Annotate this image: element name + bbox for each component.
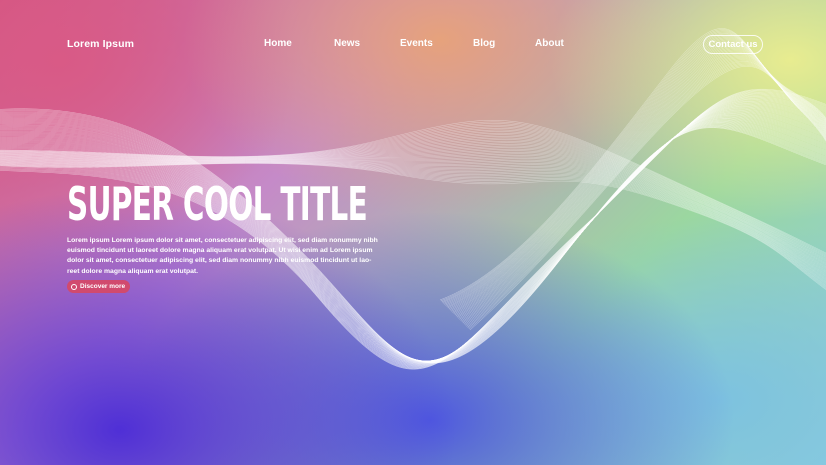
hero-title: SUPER COOL TITLE xyxy=(67,177,368,231)
hero-description: Lorem ipsum Lorem ipsum dolor sit amet, … xyxy=(67,237,378,275)
nav-events-link[interactable]: Events xyxy=(400,38,433,49)
wave-line xyxy=(0,103,826,364)
brand-logo[interactable]: Lorem Ipsum xyxy=(67,38,134,50)
top-navigation: Lorem Ipsum Home News Events Blog About … xyxy=(0,0,826,88)
nav-about-link[interactable]: About xyxy=(535,38,564,49)
contact-us-button[interactable]: Contact us xyxy=(703,35,763,54)
nav-news-link[interactable]: News xyxy=(334,38,360,49)
nav-home-link[interactable]: Home xyxy=(264,38,292,49)
discover-more-button[interactable]: Discover more xyxy=(67,280,131,293)
circle-arrow-icon xyxy=(71,283,77,290)
nav-blog-link[interactable]: Blog xyxy=(473,38,495,49)
landing-page: Lorem Ipsum Home News Events Blog About … xyxy=(0,0,826,465)
wave-line xyxy=(457,50,826,318)
discover-more-label: Discover more xyxy=(80,283,126,290)
wave-line xyxy=(0,101,826,364)
